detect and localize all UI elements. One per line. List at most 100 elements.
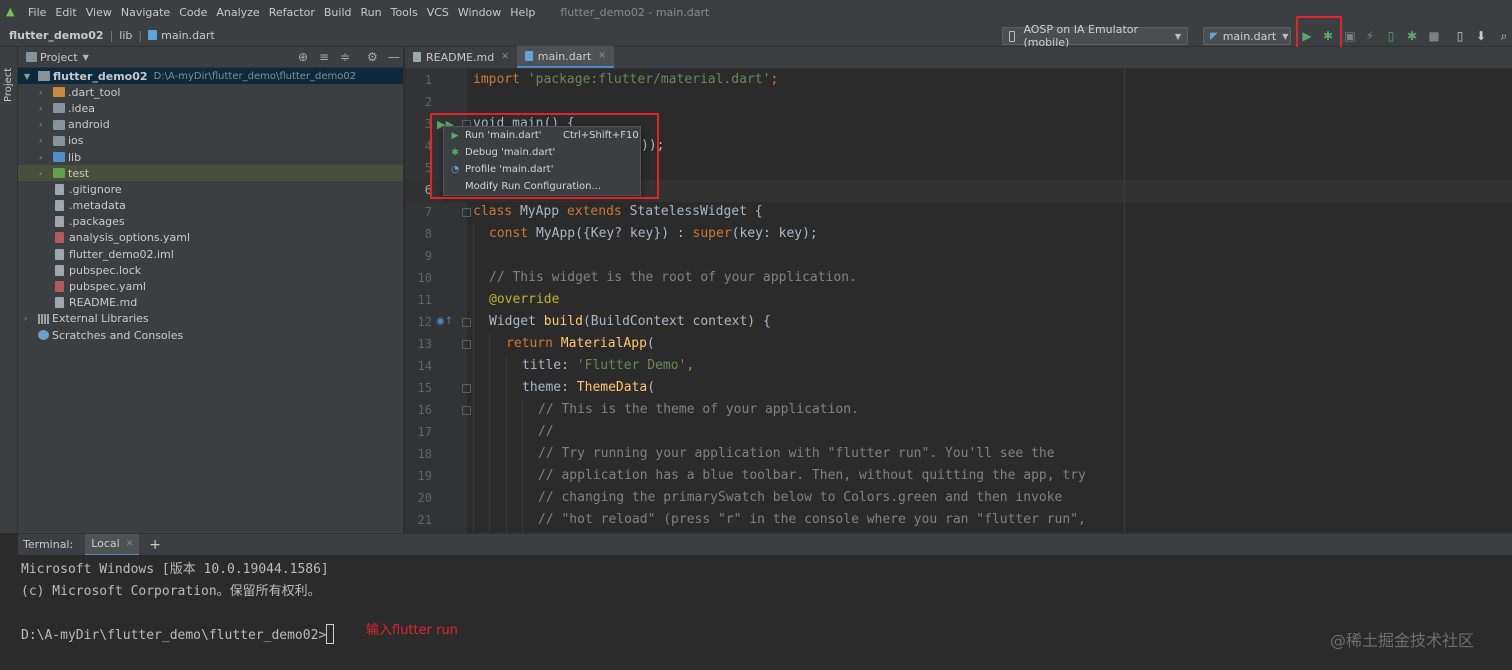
fold-marker[interactable]	[462, 208, 471, 217]
tree-item[interactable]: pubspec.lock	[18, 262, 403, 278]
locate-file-icon[interactable]: ⊕	[298, 50, 308, 64]
tree-item-label: External Libraries	[52, 312, 149, 326]
menu-tools[interactable]: Tools	[391, 6, 418, 19]
code-line: theme: ThemeData(	[522, 380, 655, 395]
yaml-file-icon	[55, 232, 64, 244]
tool-window-stripe	[0, 47, 18, 533]
chevron-right-icon[interactable]: ›	[24, 314, 27, 323]
tree-item[interactable]: › test	[18, 165, 403, 182]
code-line: return MaterialApp(	[506, 336, 655, 351]
fold-marker[interactable]	[462, 318, 471, 327]
run-configuration-selector[interactable]: ◤ main.dart ▼	[1203, 27, 1291, 45]
chevron-right-icon[interactable]: ›	[39, 153, 42, 162]
chevron-right-icon[interactable]: ›	[39, 120, 42, 129]
tree-item-label: lib	[68, 150, 82, 164]
tree-item[interactable]: › .idea	[18, 100, 403, 116]
menu-navigate[interactable]: Navigate	[121, 6, 170, 19]
menu-vcs[interactable]: VCS	[427, 6, 449, 19]
tree-item-root[interactable]: ▼ flutter_demo02 D:\A-myDir\flutter_demo…	[18, 68, 403, 85]
debugger-icon[interactable]: ✱	[1404, 28, 1420, 44]
tab-readme[interactable]: README.md ✕	[405, 46, 517, 68]
close-icon[interactable]: ✕	[598, 51, 606, 61]
breadcrumb-project[interactable]: flutter_demo02	[9, 29, 104, 42]
menu-view[interactable]: View	[86, 6, 112, 19]
tree-item[interactable]: analysis_options.yaml	[18, 230, 403, 246]
tree-item[interactable]: .metadata	[18, 198, 403, 214]
code-token: build	[543, 314, 583, 329]
tree-item-label: flutter_demo02.iml	[69, 247, 174, 261]
chevron-right-icon[interactable]: ›	[39, 88, 42, 97]
code-token: title:	[522, 358, 577, 373]
tree-item[interactable]: .gitignore	[18, 181, 403, 197]
code-token: StatelessWidget {	[629, 204, 763, 219]
line-number: 21	[417, 513, 432, 527]
menu-help[interactable]: Help	[510, 6, 535, 19]
tree-item-label: .metadata	[69, 199, 126, 213]
terminal-title: Terminal:	[23, 538, 74, 551]
tree-item[interactable]: › ios	[18, 133, 403, 149]
collapse-all-icon[interactable]: ≑	[340, 50, 350, 64]
tree-item-label: .gitignore	[69, 182, 122, 196]
breadcrumb-file[interactable]: main.dart	[161, 29, 215, 42]
menu-analyze[interactable]: Analyze	[216, 6, 259, 19]
chevron-down-icon[interactable]: ▼	[24, 72, 30, 81]
fold-marker[interactable]	[462, 340, 471, 349]
expand-all-icon[interactable]: ≡	[319, 50, 329, 64]
device-manager-icon[interactable]: ▯	[1452, 28, 1468, 44]
sdk-manager-icon[interactable]: ⬇	[1473, 28, 1489, 44]
terminal-prompt[interactable]: D:\A-myDir\flutter_demo\flutter_demo02>	[21, 624, 335, 644]
code-token: const	[489, 226, 536, 241]
tree-item[interactable]: pubspec.yaml	[18, 278, 403, 294]
minimize-icon[interactable]: —	[388, 50, 400, 64]
chevron-right-icon[interactable]: ›	[39, 136, 42, 145]
tree-item[interactable]: › External Libraries	[18, 311, 403, 327]
code-line: import 'package:flutter/material.dart';	[473, 72, 778, 87]
terminal-tab-local[interactable]: Local ✕	[85, 533, 140, 556]
stop-icon[interactable]: ■	[1426, 28, 1442, 44]
close-icon[interactable]: ✕	[126, 539, 134, 549]
fold-marker[interactable]	[462, 384, 471, 393]
fold-marker[interactable]	[462, 406, 471, 415]
tree-item[interactable]: Scratches and Consoles	[18, 327, 403, 343]
line-number: 19	[417, 469, 432, 483]
project-panel-title[interactable]: Project	[40, 51, 78, 64]
tree-item[interactable]: flutter_demo02.iml	[18, 246, 403, 262]
breadcrumb-separator: |	[109, 28, 114, 42]
add-terminal-icon[interactable]: +	[149, 537, 161, 553]
breadcrumb-separator: |	[138, 28, 143, 42]
tree-item[interactable]: › lib	[18, 149, 403, 165]
menu-build[interactable]: Build	[324, 6, 352, 19]
tab-main-dart[interactable]: main.dart ✕	[516, 46, 614, 68]
menu-file[interactable]: File	[28, 6, 46, 19]
menu-refactor[interactable]: Refactor	[269, 6, 315, 19]
gear-icon[interactable]: ⚙	[367, 50, 378, 64]
code-token: (key: key);	[731, 226, 818, 241]
chevron-right-icon[interactable]: ›	[39, 104, 42, 113]
menu-edit[interactable]: Edit	[55, 6, 76, 19]
close-icon[interactable]: ✕	[501, 52, 509, 62]
code-token: ;	[770, 72, 779, 87]
tree-item[interactable]: › .dart_tool	[18, 84, 403, 100]
override-gutter-icon[interactable]: ◉↑	[436, 316, 453, 327]
apply-changes-icon[interactable]: ▯	[1383, 28, 1399, 44]
line-number: 7	[424, 205, 432, 219]
menu-run[interactable]: Run	[361, 6, 382, 19]
menu-code[interactable]: Code	[179, 6, 207, 19]
tree-item[interactable]: › android	[18, 117, 403, 133]
line-number: 1	[424, 73, 432, 87]
tree-item[interactable]: README.md	[18, 295, 403, 311]
menu-window[interactable]: Window	[458, 6, 501, 19]
chevron-down-icon[interactable]: ▼	[83, 53, 89, 62]
tree-item[interactable]: .packages	[18, 214, 403, 230]
project-tool-button[interactable]: Project	[3, 52, 15, 102]
code-token: MyApp({Key? key}) :	[535, 226, 693, 241]
code-token: (	[647, 380, 656, 395]
breadcrumb-lib[interactable]: lib	[119, 29, 132, 42]
device-selector[interactable]: AOSP on IA Emulator (mobile) ▼	[1002, 23, 1188, 49]
search-icon[interactable]: ⌕	[1496, 28, 1512, 44]
run-coverage-icon[interactable]: ▣	[1342, 28, 1358, 44]
code-line: // Try running your application with "fl…	[538, 446, 1055, 461]
navigation-bar: flutter_demo02 | lib | main.dart AOSP on…	[0, 23, 1512, 49]
chevron-right-icon[interactable]: ›	[39, 169, 42, 178]
attach-icon[interactable]: ⚡	[1362, 28, 1378, 44]
